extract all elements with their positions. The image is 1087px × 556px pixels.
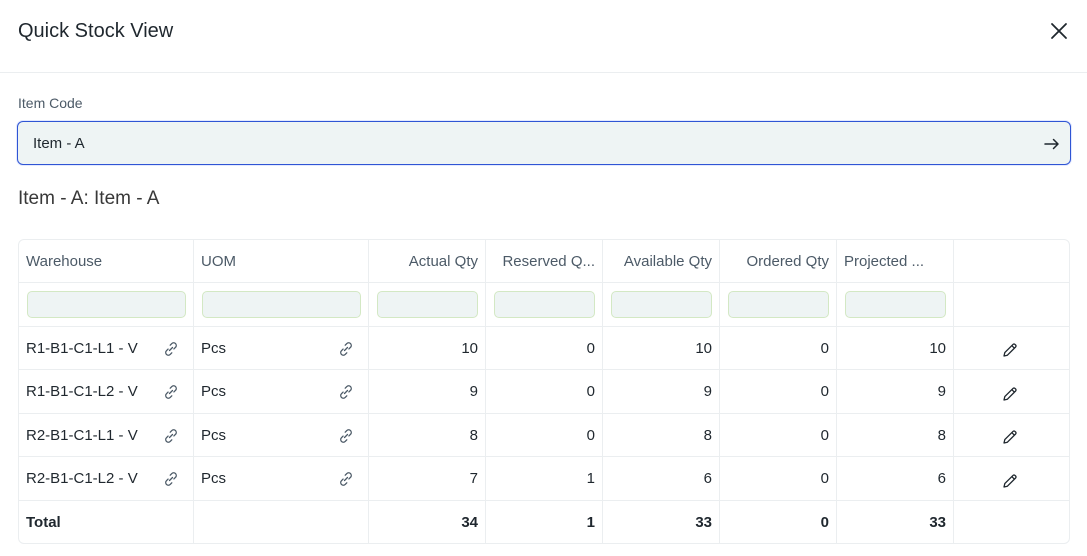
total-uom-cell: [194, 501, 369, 543]
total-available-qty: 33: [603, 501, 720, 543]
total-actual-qty: 34: [369, 501, 486, 543]
actions-cell: [954, 327, 1069, 369]
pencil-icon[interactable]: [1001, 341, 1019, 359]
available-qty-cell: 10: [603, 327, 720, 369]
uom-value: Pcs: [201, 339, 227, 357]
table-total-row: Total 34 1 33 0 33: [19, 501, 1069, 543]
table-header-row: Warehouse UOM Actual Qty Reserved Q... A…: [19, 240, 1069, 283]
total-label: Total: [19, 501, 194, 543]
actual-qty-cell: 8: [369, 414, 486, 456]
column-header-warehouse: Warehouse: [19, 240, 194, 282]
link-icon[interactable]: [162, 340, 180, 358]
uom-cell[interactable]: Pcs: [194, 457, 369, 500]
warehouse-cell[interactable]: R1-B1-C1-L2 - V: [19, 370, 194, 413]
pencil-icon[interactable]: [1001, 472, 1019, 490]
available-qty-cell: 6: [603, 457, 720, 500]
actions-cell: [954, 414, 1069, 456]
uom-value: Pcs: [201, 383, 227, 400]
projected-qty-cell: 10: [837, 327, 954, 369]
column-header-ordered-qty: Ordered Qty: [720, 240, 837, 282]
filter-cell: [19, 283, 194, 326]
reserved-qty-cell: 0: [486, 327, 603, 369]
link-icon[interactable]: [162, 383, 180, 401]
total-actions-cell: [954, 501, 1069, 543]
ordered-qty-cell: 0: [720, 327, 837, 369]
link-icon[interactable]: [337, 383, 355, 401]
filter-cell: [194, 283, 369, 326]
reserved-qty-cell: 0: [486, 414, 603, 456]
close-icon[interactable]: [1046, 18, 1072, 44]
warehouse-value: R1-B1-C1-L1 - V: [26, 339, 138, 357]
total-projected-qty: 33: [837, 501, 954, 543]
filter-cell: [837, 283, 954, 326]
column-header-actions: [954, 240, 1069, 282]
reserved-qty-cell: 1: [486, 457, 603, 500]
dialog-header: Quick Stock View: [0, 0, 1087, 73]
filter-cell: [603, 283, 720, 326]
link-icon[interactable]: [162, 470, 180, 488]
projected-qty-cell: 6: [837, 457, 954, 500]
filter-actual-qty-input[interactable]: [377, 291, 478, 318]
filter-cell: [954, 283, 1069, 326]
column-header-uom: UOM: [194, 240, 369, 282]
pencil-icon[interactable]: [1001, 385, 1019, 403]
stock-table: Warehouse UOM Actual Qty Reserved Q... A…: [18, 239, 1070, 544]
filter-cell: [486, 283, 603, 326]
item-heading: Item - A: Item - A: [18, 188, 160, 209]
actual-qty-cell: 7: [369, 457, 486, 500]
column-header-reserved-qty: Reserved Q...: [486, 240, 603, 282]
filter-reserved-qty-input[interactable]: [494, 291, 595, 318]
filter-available-qty-input[interactable]: [611, 291, 712, 318]
ordered-qty-cell: 0: [720, 370, 837, 413]
table-row: R2-B1-C1-L2 - V Pcs 7 1 6 0 6: [19, 457, 1069, 501]
actual-qty-cell: 9: [369, 370, 486, 413]
column-header-available-qty: Available Qty: [603, 240, 720, 282]
filter-cell: [720, 283, 837, 326]
available-qty-cell: 8: [603, 414, 720, 456]
reserved-qty-cell: 0: [486, 370, 603, 413]
warehouse-cell[interactable]: R1-B1-C1-L1 - V: [19, 327, 194, 369]
uom-value: Pcs: [201, 426, 227, 444]
total-ordered-qty: 0: [720, 501, 837, 543]
table-row: R2-B1-C1-L1 - V Pcs 8 0 8 0 8: [19, 414, 1069, 457]
uom-cell[interactable]: Pcs: [194, 370, 369, 413]
arrow-right-icon[interactable]: [1042, 134, 1062, 154]
uom-value: Pcs: [201, 470, 227, 487]
filter-uom-input[interactable]: [202, 291, 361, 318]
available-qty-cell: 9: [603, 370, 720, 413]
dialog-title: Quick Stock View: [18, 20, 174, 42]
link-icon[interactable]: [337, 427, 355, 445]
filter-cell: [369, 283, 486, 326]
warehouse-value: R1-B1-C1-L2 - V: [26, 383, 138, 400]
table-row: R1-B1-C1-L1 - V Pcs 10 0 10 0 10: [19, 327, 1069, 370]
link-icon[interactable]: [337, 470, 355, 488]
filter-warehouse-input[interactable]: [27, 291, 186, 318]
link-icon[interactable]: [162, 427, 180, 445]
projected-qty-cell: 8: [837, 414, 954, 456]
warehouse-value: R2-B1-C1-L2 - V: [26, 470, 138, 487]
link-icon[interactable]: [337, 340, 355, 358]
item-code-field-wrapper: [17, 121, 1071, 165]
uom-cell[interactable]: Pcs: [194, 327, 369, 369]
actual-qty-cell: 10: [369, 327, 486, 369]
item-code-input[interactable]: [18, 122, 1070, 164]
column-header-actual-qty: Actual Qty: [369, 240, 486, 282]
ordered-qty-cell: 0: [720, 414, 837, 456]
projected-qty-cell: 9: [837, 370, 954, 413]
table-row: R1-B1-C1-L2 - V Pcs 9 0 9 0 9: [19, 370, 1069, 414]
filter-ordered-qty-input[interactable]: [728, 291, 829, 318]
pencil-icon[interactable]: [1001, 428, 1019, 446]
filter-projected-qty-input[interactable]: [845, 291, 946, 318]
table-filter-row: [19, 283, 1069, 327]
actions-cell: [954, 370, 1069, 413]
ordered-qty-cell: 0: [720, 457, 837, 500]
actions-cell: [954, 457, 1069, 500]
uom-cell[interactable]: Pcs: [194, 414, 369, 456]
warehouse-cell[interactable]: R2-B1-C1-L2 - V: [19, 457, 194, 500]
warehouse-value: R2-B1-C1-L1 - V: [26, 426, 138, 444]
column-header-projected-qty: Projected ...: [837, 240, 954, 282]
warehouse-cell[interactable]: R2-B1-C1-L1 - V: [19, 414, 194, 456]
total-reserved-qty: 1: [486, 501, 603, 543]
item-code-label: Item Code: [18, 95, 83, 111]
